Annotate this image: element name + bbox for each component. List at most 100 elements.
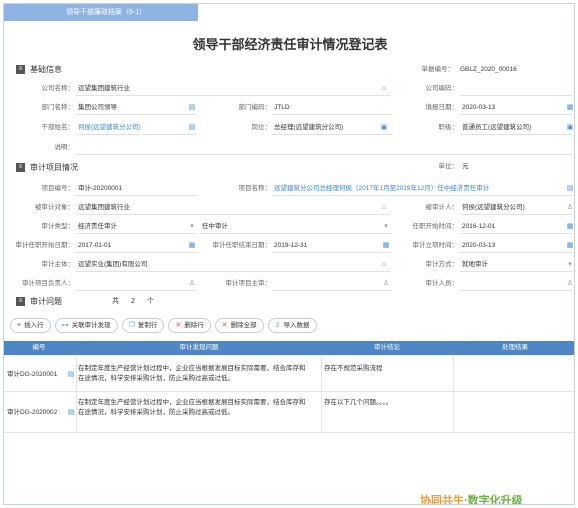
person-card-icon[interactable]: ▣ [380, 124, 388, 132]
auditor-field[interactable] [460, 277, 572, 291]
audited-obj-field[interactable]: 远望集团建筑行业 [76, 201, 390, 215]
col-header-finding: 审计发现问题 [179, 344, 219, 351]
company-code-label: 公司编码： [425, 85, 459, 92]
audit-begin-field[interactable]: 2017-01-01 [76, 239, 196, 253]
audit-end-field[interactable]: 2019-12-31 [272, 239, 392, 253]
calendar-icon[interactable]: ▦ [566, 223, 574, 231]
dept-name-label: 部门名称： [41, 104, 75, 111]
column-divider [321, 356, 322, 433]
trash-icon: ✕ [175, 322, 182, 329]
cadre-name-label: 干部姓名： [41, 124, 75, 131]
setup-date-field[interactable]: 2020-03-13 [460, 239, 572, 253]
position-field[interactable]: 总经理(远望建筑分公司) [272, 121, 392, 135]
company-name-label: 公司名称： [41, 85, 75, 92]
row-id: 审计DG-2020002 [7, 409, 58, 416]
chevron-down-icon[interactable]: ▾ [188, 223, 196, 231]
user-icon[interactable]: ♙ [566, 280, 574, 288]
start-date-field[interactable]: 2016-12-01 [460, 220, 572, 234]
audit-subject-field[interactable]: 远望实业(集团)有限公司 [76, 258, 390, 272]
audit-type-select[interactable]: 经济责任审计 [76, 220, 196, 234]
proj-leader-label: 审计项目负责人： [22, 280, 74, 287]
user-icon[interactable]: ♙ [566, 204, 574, 212]
delete-all-button[interactable]: ✕ 删除全部 [214, 318, 264, 333]
setup-date-label: 审计立项时间： [412, 242, 459, 249]
org-icon[interactable]: ▤ [188, 104, 196, 112]
rank-field[interactable]: 普通员工(远望建筑公司) [460, 121, 572, 135]
plus-icon: + [17, 322, 22, 329]
table-row[interactable]: 审计DG-2020002 ▤ 在制定年度生产经营计划过程中，企业应当根据发展目标… [4, 393, 574, 433]
list-icon[interactable]: ▤ [188, 124, 196, 132]
bank-icon[interactable]: ⌂ [380, 85, 388, 93]
calendar-icon[interactable]: ▦ [188, 242, 196, 250]
proj-no-label: 项目编号： [41, 185, 75, 192]
copy-row-button[interactable]: ❐ 复制行 [121, 318, 165, 333]
note-label: 说明： [54, 144, 75, 151]
audit-end-label: 审计任职结束日期： [212, 242, 272, 249]
collapse-icon[interactable]: ≡ [16, 296, 25, 306]
proj-name-label: 项目名称： [238, 185, 272, 192]
bank-icon[interactable]: ⌂ [380, 204, 388, 212]
row-id: 审计DG-2020001 [7, 371, 58, 378]
section-issues-title: 审计问题 [30, 296, 62, 306]
table-row[interactable]: 审计DG-2020001 ▤ 在制定年度生产经营计划过程中，企业应当根据发展目标… [4, 356, 574, 392]
document-icon[interactable]: ▤ [67, 409, 75, 417]
row-finding-line2: 在途情况，科学安排采购计划，防止采购过高或过低。 [78, 375, 234, 382]
fill-date-field[interactable]: 2020-03-13 [460, 101, 572, 115]
dept-name-field[interactable]: 集团公司领导 [76, 101, 196, 115]
note-field[interactable] [76, 141, 572, 155]
count-value: 2 [131, 297, 135, 305]
form-tab[interactable]: 领导干部廉政档案（6-1） [4, 4, 198, 21]
proj-owner-field[interactable] [272, 277, 392, 291]
collapse-icon[interactable]: ≡ [16, 162, 25, 172]
calendar-icon[interactable]: ▦ [566, 104, 574, 112]
table-header: 编号 审计发现问题 审计结论 处理结果 [4, 341, 574, 355]
copy-icon: ❐ [128, 322, 135, 329]
unit-label: 单位： [438, 163, 459, 170]
chevron-down-icon[interactable]: ▾ [382, 223, 390, 231]
user-icon[interactable]: ♙ [382, 280, 390, 288]
audit-sub-select[interactable]: 任中审计 [200, 220, 392, 234]
audited-person-field[interactable]: 何侯(远望建筑分公司) [460, 201, 572, 215]
col-header-result: 处理结果 [502, 344, 528, 351]
person-card-icon[interactable]: ▣ [566, 124, 574, 132]
cadre-name-field[interactable]: 何侯(远望建筑分公司) [76, 121, 196, 135]
position-label: 岗位： [251, 124, 272, 131]
proj-name-field[interactable]: 远望建筑分公司总经理何侯（2017年1月至2019年12月）任中经济责任审计 [272, 182, 572, 196]
delete-row-button[interactable]: ✕ 删除行 [168, 318, 211, 333]
row-finding-line1: 在制定年度生产经营计划过程中，企业应当根据发展目标实际需要，结合库存和 [78, 399, 306, 406]
audit-method-select[interactable]: 就地审计 [460, 258, 572, 272]
form-window: 领导干部廉政档案（6-1） 领导干部经济责任审计情况登记表 ≡ 基础信息 单据编… [3, 3, 575, 505]
proj-no-field[interactable]: 审计-20200001 [76, 182, 196, 196]
bank-icon[interactable]: ⌂ [380, 261, 388, 269]
chevron-down-icon[interactable]: ▾ [566, 261, 574, 269]
audit-subject-label: 审计主体： [41, 261, 75, 268]
rank-label: 职级： [438, 124, 459, 131]
row-finding-line1: 在制定年度生产经营计划过程中，企业应当根据发展目标实际需要，结合库存和 [78, 365, 306, 372]
column-divider [76, 356, 77, 433]
section-project: ≡ 审计项目情况 [16, 161, 78, 173]
calendar-icon[interactable]: ▦ [566, 242, 574, 250]
document-icon[interactable]: ▤ [67, 371, 75, 379]
auditor-label: 审计人员： [425, 280, 459, 287]
issue-count: 共 2 个 [112, 295, 154, 307]
insert-row-button[interactable]: + 插入行 [10, 318, 51, 333]
section-basic: ≡ 基础信息 [16, 63, 62, 75]
col-header-id: 编号 [32, 344, 46, 351]
user-icon[interactable]: ♙ [188, 280, 196, 288]
count-suffix: 个 [146, 298, 154, 305]
dept-code-field[interactable]: JTLD [272, 101, 392, 115]
company-name-field[interactable]: 远望集团建筑行业 [76, 82, 390, 96]
audited-person-label: 被审计人： [425, 204, 459, 211]
list-icon[interactable]: ▤ [566, 185, 574, 193]
trash-icon: ✕ [221, 322, 228, 329]
row-finding-line2: 在途情况，科学安排采购计划，防止采购过高或过低。 [78, 409, 234, 416]
doc-no-label: 单据编号： [421, 66, 455, 73]
calendar-icon[interactable]: ▦ [382, 242, 390, 250]
company-code-field[interactable] [460, 82, 572, 96]
audit-type-label: 审计类型： [41, 223, 75, 230]
proj-leader-field[interactable] [76, 277, 196, 291]
import-data-button[interactable]: ⇩ 导入数据 [267, 318, 317, 333]
audit-method-label: 审计方式： [425, 261, 459, 268]
collapse-icon[interactable]: ≡ [16, 64, 25, 74]
link-finding-button[interactable]: ⊶ 关联审计发现 [54, 318, 118, 333]
